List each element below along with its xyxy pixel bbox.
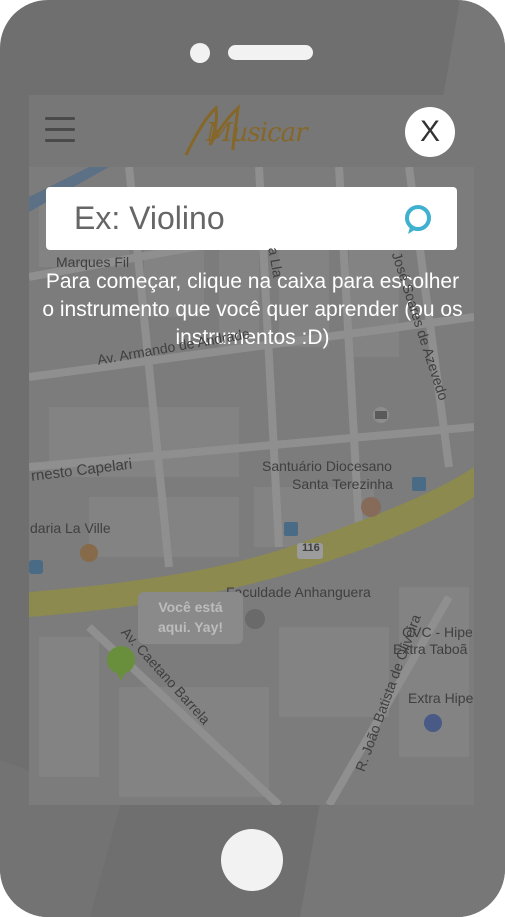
speaker-grille (228, 45, 313, 60)
tooltip-line-2: aqui. Yay! (157, 619, 224, 635)
map-route-116: 116 (302, 542, 320, 554)
instrument-search-input[interactable] (74, 197, 394, 239)
home-button[interactable] (221, 829, 283, 891)
map-label-extra: Extra Hipe (408, 690, 474, 706)
map-label-marques: Marques Fil (56, 254, 130, 270)
map-label-santa-terezinha: Santa Terezinha (292, 476, 393, 492)
close-button[interactable]: X (405, 107, 455, 157)
map-label-laville: daria La Ville (30, 520, 111, 536)
hamburger-menu-icon[interactable] (45, 117, 75, 143)
instrument-search-box[interactable] (46, 187, 457, 250)
you-are-here-tooltip: Você está aqui. Yay! (138, 592, 243, 644)
map-label-santuario: Santuário Diocesano (262, 458, 392, 474)
logo-text: Musicar (206, 118, 308, 148)
chat-bubble-icon[interactable] (402, 203, 434, 235)
location-pin-icon[interactable] (106, 645, 136, 681)
map-label-cvc: CVC - Hipe (402, 624, 473, 640)
map-label-extra-taboa: Extra Taboã (393, 641, 468, 657)
map-label-faculdade: Faculdade Anhanguera (226, 584, 371, 600)
camera-dot (190, 43, 210, 63)
tooltip-line-1: Você está (158, 599, 223, 615)
